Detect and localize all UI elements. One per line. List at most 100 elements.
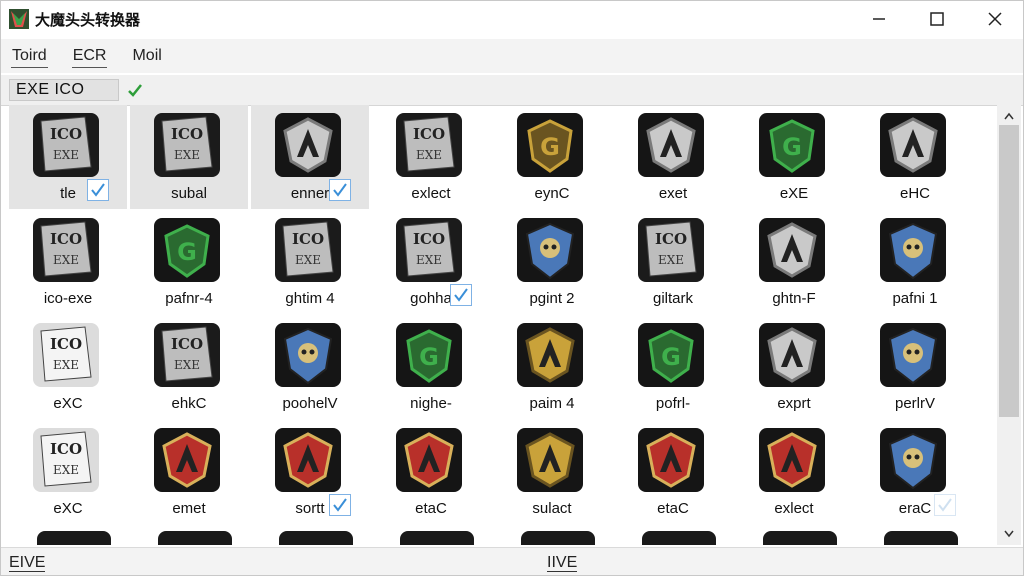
icon-label: exlect bbox=[411, 185, 451, 202]
svg-text:G: G bbox=[661, 343, 681, 371]
icon-label: exlect bbox=[774, 500, 814, 517]
maximize-button[interactable] bbox=[909, 1, 965, 37]
icon-cell[interactable]: etaC bbox=[372, 420, 490, 524]
icon-cell[interactable]: sulact bbox=[493, 420, 611, 524]
icon-cell[interactable]: eraC bbox=[856, 420, 974, 524]
icon-cell[interactable]: Gpafnr-4 bbox=[130, 210, 248, 314]
icon-cell[interactable]: etaC bbox=[614, 420, 732, 524]
svg-text:EXE: EXE bbox=[295, 253, 321, 267]
scroll-up-button[interactable] bbox=[997, 107, 1021, 125]
checkmark-icon bbox=[333, 183, 347, 197]
icon-cell[interactable]: GeynC bbox=[493, 105, 611, 209]
icon-label: eXC bbox=[53, 500, 83, 517]
menu-bar: Toird ECR Moil bbox=[1, 39, 1023, 73]
selection-checkbox[interactable] bbox=[329, 179, 351, 201]
svg-text:ICO: ICO bbox=[655, 230, 687, 248]
svg-text:ICO: ICO bbox=[50, 230, 82, 248]
check-icon[interactable] bbox=[127, 82, 143, 98]
icon-label: subal bbox=[171, 185, 207, 202]
minimize-button[interactable] bbox=[851, 1, 907, 37]
icon-cell[interactable]: pafni 1 bbox=[856, 210, 974, 314]
icon-label: ico-exe bbox=[43, 290, 93, 307]
icon-label: nighe- bbox=[410, 395, 452, 412]
icon-cell[interactable]: sortt bbox=[251, 420, 369, 524]
selection-checkbox[interactable] bbox=[450, 284, 472, 306]
partial-icon-cell[interactable] bbox=[642, 531, 716, 545]
menu-item-ecr[interactable]: ECR bbox=[71, 45, 108, 68]
icon-cell[interactable]: ICO EXE tle bbox=[9, 105, 127, 209]
icon-cell[interactable]: ICO EXE gohha bbox=[372, 210, 490, 314]
icon-cell[interactable]: exet bbox=[614, 105, 732, 209]
svg-text:ICO: ICO bbox=[50, 335, 82, 353]
shield-a-icon bbox=[271, 424, 345, 496]
icon-cell[interactable]: GeXE bbox=[735, 105, 853, 209]
shield-g-icon: G bbox=[150, 214, 224, 286]
icon-cell[interactable]: Gpofrl- bbox=[614, 315, 732, 419]
icon-cell[interactable]: Gnighe- bbox=[372, 315, 490, 419]
checkmark-icon bbox=[454, 288, 468, 302]
icon-cell[interactable]: ICO EXE ico-exe bbox=[9, 210, 127, 314]
icon-cell[interactable]: perlrV bbox=[856, 315, 974, 419]
icon-cell[interactable]: pgint 2 bbox=[493, 210, 611, 314]
icon-label: etaC bbox=[657, 500, 689, 517]
icon-label: eXC bbox=[53, 395, 83, 412]
icon-cell[interactable]: paim 4 bbox=[493, 315, 611, 419]
icon-cell[interactable]: ICO EXE exlect bbox=[372, 105, 490, 209]
menu-item-toird[interactable]: Toird bbox=[11, 45, 48, 68]
icon-cell[interactable]: ICO EXE ghtim 4 bbox=[251, 210, 369, 314]
icon-cell[interactable]: ICO EXE subal bbox=[130, 105, 248, 209]
partial-icon-cell[interactable] bbox=[158, 531, 232, 545]
partial-icon-cell[interactable] bbox=[521, 531, 595, 545]
icon-cell[interactable]: emet bbox=[130, 420, 248, 524]
svg-text:EXE: EXE bbox=[174, 148, 200, 162]
ico-exe-doc-icon: ICO EXE bbox=[634, 214, 708, 286]
title-bar: 大魔头头转换器 bbox=[1, 1, 1023, 37]
icon-label: ghtim 4 bbox=[285, 290, 335, 307]
icon-cell[interactable]: ICO EXE eXC bbox=[9, 420, 127, 524]
checkmark-icon bbox=[333, 498, 347, 512]
icon-cell[interactable]: enner bbox=[251, 105, 369, 209]
shield-skull-icon bbox=[513, 214, 587, 286]
icon-cell[interactable]: ghtn-F bbox=[735, 210, 853, 314]
menu-item-moil[interactable]: Moil bbox=[131, 45, 162, 67]
selection-checkbox[interactable] bbox=[329, 494, 351, 516]
shield-a-icon bbox=[755, 319, 829, 391]
icon-label: pgint 2 bbox=[529, 290, 575, 307]
partial-icon-cell[interactable] bbox=[763, 531, 837, 545]
partial-icon-cell[interactable] bbox=[884, 531, 958, 545]
selection-checkbox[interactable] bbox=[934, 494, 956, 516]
shield-a-icon bbox=[392, 424, 466, 496]
shield-a-icon bbox=[876, 109, 950, 181]
scroll-thumb[interactable] bbox=[999, 125, 1019, 417]
icon-cell[interactable]: eHC bbox=[856, 105, 974, 209]
icon-label: ghtn-F bbox=[772, 290, 816, 307]
partial-icon-cell[interactable] bbox=[279, 531, 353, 545]
format-selector[interactable]: EXE ICO bbox=[9, 79, 119, 101]
icon-cell[interactable]: ICO EXE eXC bbox=[9, 315, 127, 419]
ico-exe-doc-icon: ICO EXE bbox=[150, 109, 224, 181]
shield-skull-icon bbox=[271, 319, 345, 391]
scroll-down-button[interactable] bbox=[997, 525, 1021, 543]
icon-label: eraC bbox=[898, 500, 932, 517]
ico-exe-doc-icon: ICO EXE bbox=[29, 424, 103, 496]
icon-cell[interactable]: exlect bbox=[735, 420, 853, 524]
vertical-scrollbar[interactable] bbox=[997, 105, 1021, 545]
icon-label: pafni 1 bbox=[892, 290, 938, 307]
shield-a-icon bbox=[755, 424, 829, 496]
icon-cell[interactable]: ICO EXE giltark bbox=[614, 210, 732, 314]
icon-cell[interactable]: exprt bbox=[735, 315, 853, 419]
selection-checkbox[interactable] bbox=[87, 179, 109, 201]
icon-cell[interactable]: poohelV bbox=[251, 315, 369, 419]
partial-icon-cell[interactable] bbox=[37, 531, 111, 545]
partial-icon-cell[interactable] bbox=[400, 531, 474, 545]
icon-cell[interactable]: ICO EXE ehkC bbox=[130, 315, 248, 419]
icon-label: eXE bbox=[779, 185, 809, 202]
svg-text:ICO: ICO bbox=[292, 230, 324, 248]
close-button[interactable] bbox=[967, 1, 1023, 37]
shield-a-icon bbox=[513, 319, 587, 391]
icon-label: eynC bbox=[534, 185, 570, 202]
icon-label: perlrV bbox=[894, 395, 935, 412]
icon-label: ehkC bbox=[171, 395, 207, 412]
minimize-icon bbox=[873, 18, 885, 20]
svg-text:EXE: EXE bbox=[53, 463, 79, 477]
